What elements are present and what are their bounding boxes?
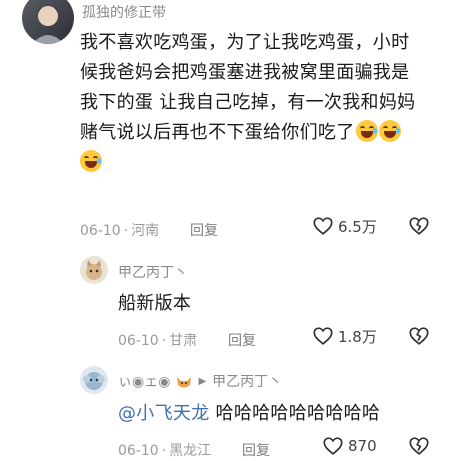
reply-text-content: 哈哈哈哈哈哈哈哈哈	[209, 403, 381, 424]
reply-text: 船新版本	[118, 293, 192, 314]
heart-outline-icon	[313, 217, 333, 235]
reply-location: 甘肃	[169, 333, 198, 349]
reply-header: ぃ◉ェ◉ ▶ 甲乙丙丁丶	[118, 371, 282, 391]
reply-dislike-button[interactable]	[408, 435, 430, 461]
comment-reply-button[interactable]: 回复	[190, 220, 218, 240]
comment-line: 赌气说以后再也不下蛋给你们吃了	[80, 122, 355, 143]
reply-avatar[interactable]	[80, 366, 108, 394]
reply-reply-button[interactable]: 回复	[228, 330, 256, 350]
comment-emoji-line	[80, 148, 450, 178]
reply-text: @小飞天龙 哈哈哈哈哈哈哈哈哈	[118, 399, 380, 429]
reply-location: 黑龙江	[169, 443, 212, 459]
avatar-image	[32, 5, 64, 44]
reply-avatar[interactable]	[80, 256, 108, 284]
reply-like-button[interactable]: 870	[322, 435, 377, 457]
fox-emoji-icon	[176, 374, 192, 388]
reply-date: 06-10	[118, 443, 159, 459]
reply-like-count: 1.8万	[338, 327, 377, 346]
broken-heart-icon	[409, 217, 429, 235]
reply-meta: 06-10 · 黑龙江	[118, 443, 212, 459]
comment-line: 候我爸妈会把鸡蛋塞进我被窝里面骗我是	[80, 62, 410, 83]
reply-to-username[interactable]: 甲乙丙丁丶	[212, 371, 282, 391]
reply-reply-button[interactable]: 回复	[242, 440, 270, 460]
reply-date: 06-10	[118, 333, 159, 349]
avatar[interactable]	[22, 0, 74, 44]
mention-link[interactable]: @小飞天龙	[118, 403, 210, 424]
comment-dislike-button[interactable]	[408, 215, 430, 241]
reply-dislike-button[interactable]	[408, 325, 430, 351]
comment-text: 我不喜欢吃鸡蛋，为了让我吃鸡蛋，小时 候我爸妈会把鸡蛋塞进我被窝里面骗我是 我下…	[80, 28, 450, 178]
elephant-avatar-image	[83, 372, 105, 390]
broken-heart-icon	[409, 437, 429, 455]
comment-like-count: 6.5万	[338, 217, 377, 236]
reply-meta: 06-10 · 甘肃	[118, 333, 198, 349]
reply-arrow-icon: ▶	[198, 375, 207, 387]
comment-username[interactable]: 孤独的修正带	[82, 2, 166, 22]
comment-line-last: 赌气说以后再也不下蛋给你们吃了	[80, 118, 450, 148]
comment-meta: 06-10 · 河南	[80, 223, 160, 239]
grinning-sweat-emoji-icon	[355, 120, 378, 142]
grinning-sweat-emoji-icon	[80, 150, 102, 172]
comment-location: 河南	[131, 223, 160, 239]
reply-username[interactable]: 甲乙丙丁丶	[118, 262, 188, 282]
grinning-sweat-emoji-icon	[378, 120, 401, 142]
reply-username[interactable]: ぃ◉ェ◉	[118, 371, 170, 391]
comment-line: 我下的蛋 让我自己吃掉，有一次我和妈妈	[80, 92, 416, 113]
comment-date: 06-10	[80, 223, 121, 239]
heart-outline-icon	[313, 327, 333, 345]
comment-line: 我不喜欢吃鸡蛋，为了让我吃鸡蛋，小时	[80, 32, 410, 53]
heart-outline-icon	[323, 437, 343, 455]
cat-avatar-image	[86, 260, 102, 280]
broken-heart-icon	[409, 327, 429, 345]
comment-like-button[interactable]: 6.5万	[312, 215, 377, 237]
reply-like-count: 870	[348, 437, 377, 455]
reply-like-button[interactable]: 1.8万	[312, 325, 377, 347]
